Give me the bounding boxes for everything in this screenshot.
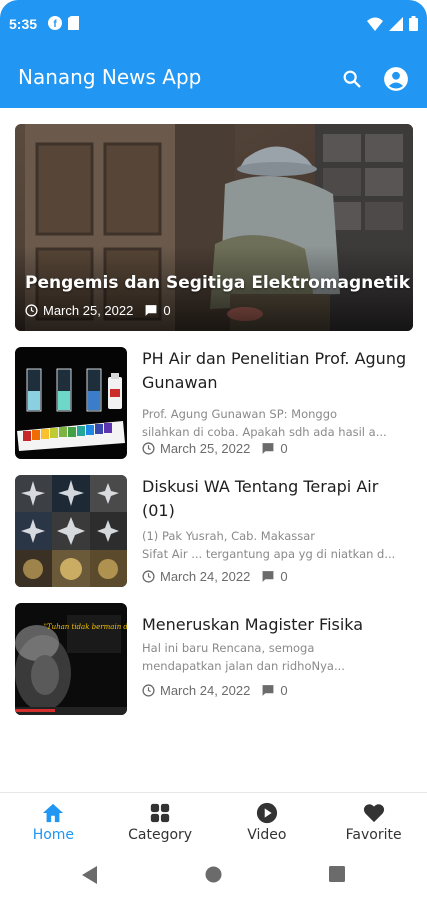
signal-icon (389, 16, 403, 31)
search-button[interactable] (339, 66, 365, 92)
news-meta: March 24, 2022 0 (142, 569, 288, 584)
comment-icon (262, 571, 274, 582)
comment-icon (262, 685, 274, 696)
news-item[interactable]: Diskusi WA Tentang Terapi Air (01) (1) P… (15, 475, 415, 587)
heart-icon (363, 804, 384, 823)
featured-comment-count: 0 (163, 303, 171, 318)
status-bar: 5:35 f (0, 0, 427, 52)
phone-screen: 5:35 f Nanang News App Pengemis dan Segi… (0, 0, 427, 900)
news-thumbnail: "Tuhan tidak bermain dadu" (15, 603, 127, 715)
news-date: March 25, 2022 (160, 441, 251, 456)
clock-icon (142, 570, 155, 583)
news-item[interactable]: PH Air dan Penelitian Prof. Agung Gunawa… (15, 347, 415, 459)
news-comment-count: 0 (280, 441, 288, 456)
nav-item-category[interactable]: Category (107, 793, 214, 850)
news-date: March 24, 2022 (160, 569, 251, 584)
clock-icon (142, 442, 155, 455)
featured-date: March 25, 2022 (43, 303, 134, 318)
account-button[interactable] (383, 66, 409, 92)
comment-icon (262, 443, 274, 454)
news-title: PH Air dan Penelitian Prof. Agung Gunawa… (142, 349, 407, 392)
system-navigation-bar (0, 850, 427, 900)
news-thumbnail (15, 347, 127, 459)
home-icon (43, 803, 64, 823)
clock-icon (142, 684, 155, 697)
news-meta: March 24, 2022 0 (142, 683, 288, 698)
app-title: Nanang News App (18, 65, 202, 89)
news-meta: March 25, 2022 0 (142, 441, 288, 456)
news-title: Meneruskan Magister Fisika (142, 615, 364, 634)
news-comment-count: 0 (280, 683, 288, 698)
battery-icon (409, 16, 418, 31)
featured-article-card[interactable]: Pengemis dan Segitiga Elektromagnetik Ma… (15, 124, 413, 331)
news-excerpt-line2: Sifat Air ... tergantung apa yg di niatk… (142, 547, 396, 561)
nav-label-video: Video (247, 827, 287, 843)
clock-icon (25, 304, 38, 317)
home-button-icon[interactable] (205, 866, 222, 883)
nav-label-home: Home (32, 827, 75, 843)
back-icon[interactable] (82, 866, 98, 884)
news-excerpt-line1: (1) Pak Yusrah, Cab. Makassar (142, 529, 316, 543)
bottom-navigation: Home Category Video Favorite (0, 792, 427, 850)
news-excerpt-line1: Hal ini baru Rencana, semoga (142, 641, 315, 655)
ph-test-image (15, 347, 127, 459)
wifi-icon (367, 17, 383, 31)
recents-icon[interactable] (329, 866, 345, 882)
search-icon (343, 70, 361, 88)
featured-meta: March 25, 2022 0 (25, 303, 171, 318)
app-bar: Nanang News App (0, 52, 427, 108)
news-excerpt-line2: mendapatkan jalan dan ridhoNya... (142, 659, 345, 673)
news-thumbnail (15, 475, 127, 587)
news-date: March 24, 2022 (160, 683, 251, 698)
sim-card-icon (68, 16, 79, 30)
nav-item-favorite[interactable]: Favorite (320, 793, 427, 850)
nav-item-video[interactable]: Video (214, 793, 321, 850)
einstein-image: "Tuhan tidak bermain dadu" (15, 603, 127, 715)
news-comment-count: 0 (280, 569, 288, 584)
nav-label-category: Category (128, 827, 193, 843)
news-title: Diskusi WA Tentang Terapi Air (01) (142, 477, 379, 520)
nav-item-home[interactable]: Home (0, 793, 107, 850)
news-excerpt-line1: Prof. Agung Gunawan SP: Monggo (142, 407, 338, 421)
account-circle-icon (384, 67, 408, 91)
grid-icon (150, 803, 170, 823)
comment-icon (145, 305, 157, 316)
play-circle-icon (256, 802, 277, 824)
status-time: 5:35 (9, 16, 38, 32)
news-excerpt-line2: silahkan di coba. Apakah sdh ada hasil a… (142, 425, 387, 439)
featured-title: Pengemis dan Segitiga Elektromagnetik (25, 273, 411, 293)
water-crystal-image (15, 475, 127, 587)
news-list: Pengemis dan Segitiga Elektromagnetik Ma… (0, 108, 427, 792)
f-app-icon: f (48, 16, 62, 30)
thumbnail-caption: "Tuhan tidak bermain dadu" (44, 623, 127, 631)
nav-label-favorite: Favorite (345, 827, 402, 843)
news-item[interactable]: "Tuhan tidak bermain dadu" Meneruskan Ma… (15, 603, 415, 715)
